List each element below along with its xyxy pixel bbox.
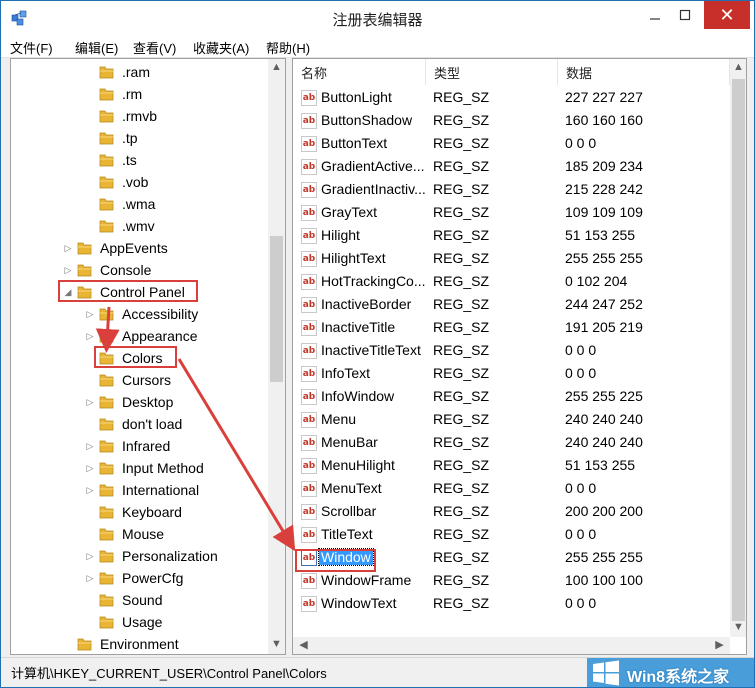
annotation-arrows xyxy=(95,306,296,552)
registry-editor-window: 注册表编辑器 ✕ 文件(F) 编辑(E) 查看(V) 收藏夹(A) 帮助(H) … xyxy=(0,0,755,688)
arrow-to-window-value xyxy=(177,358,296,552)
arrow-to-colors xyxy=(95,306,120,353)
